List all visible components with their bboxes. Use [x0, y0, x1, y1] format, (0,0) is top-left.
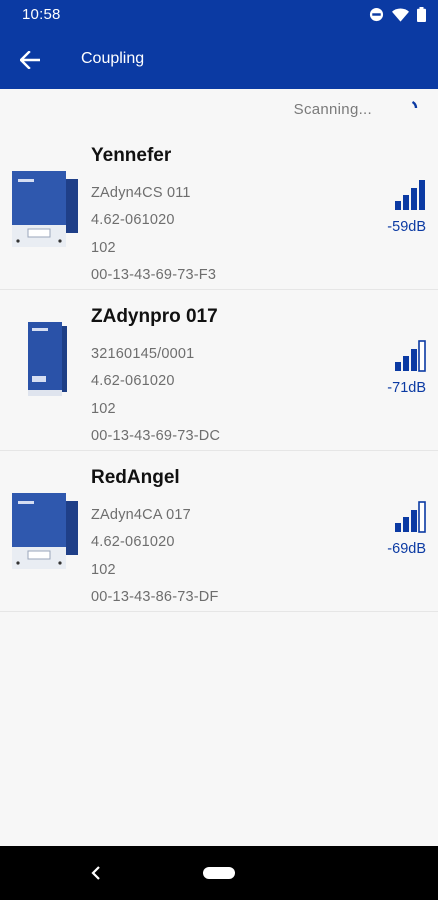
device-code: 102 — [91, 401, 116, 417]
device-model: 32160145/0001 — [91, 346, 195, 362]
signal-bar — [395, 201, 401, 210]
signal-bar — [395, 362, 401, 371]
signal-bar — [411, 510, 417, 532]
device-list-item[interactable]: Yennefer ZAdyn4CS 011 4.62-061020 102 00-13-… — [0, 129, 438, 290]
scanning-label: Scanning... — [293, 101, 372, 118]
signal-bar — [403, 195, 409, 210]
device-list-screen: Scanning... Yennefer ZAdyn4CS 011 4.62-061… — [0, 89, 438, 846]
nav-home-pill[interactable] — [203, 867, 235, 879]
device-code: 102 — [91, 240, 116, 256]
device-list-item[interactable]: RedAngel ZAdyn4CA 017 4.62-061020 102 00-13-… — [0, 451, 438, 612]
signal-bar — [419, 180, 425, 210]
status-icons — [369, 7, 426, 22]
device-name: ZAdynpro 017 — [91, 306, 218, 327]
signal-db-label: -69dB — [387, 541, 426, 557]
wifi-icon — [392, 8, 409, 22]
device-mac-address: 00-13-43-69-73-F3 — [91, 267, 217, 283]
dnd-icon — [369, 7, 384, 22]
device-image — [28, 322, 67, 396]
signal-strength-icon — [395, 180, 425, 210]
battery-icon — [417, 7, 426, 22]
device-image — [12, 493, 78, 569]
nav-back-icon[interactable] — [86, 863, 106, 883]
spinner-icon — [411, 100, 418, 109]
device-list-item[interactable]: ZAdynpro 017 32160145/0001 4.62-061020 102 0… — [0, 290, 438, 451]
signal-bar — [418, 340, 426, 372]
device-model: ZAdyn4CA 017 — [91, 507, 191, 523]
app-bar: Coupling — [0, 31, 438, 89]
signal-bar — [411, 349, 417, 371]
arrow-back-icon — [20, 51, 40, 69]
signal-bar — [403, 356, 409, 371]
signal-bar — [418, 501, 426, 533]
device-version: 4.62-061020 — [91, 212, 175, 228]
device-name: RedAngel — [91, 467, 180, 488]
signal-bar — [411, 188, 417, 210]
signal-strength-icon — [395, 501, 426, 533]
device-version: 4.62-061020 — [91, 534, 175, 550]
device-version: 4.62-061020 — [91, 373, 175, 389]
device-name: Yennefer — [91, 145, 172, 166]
device-mac-address: 00-13-43-69-73-DC — [91, 428, 221, 444]
back-button[interactable] — [14, 44, 46, 76]
device-model: ZAdyn4CS 011 — [91, 185, 191, 201]
system-nav-bar — [0, 846, 438, 900]
status-bar: 10:58 — [0, 0, 438, 31]
device-code: 102 — [91, 562, 116, 578]
signal-bar — [403, 517, 409, 532]
page-title: Coupling — [81, 50, 145, 67]
signal-db-label: -71dB — [387, 380, 426, 396]
device-mac-address: 00-13-43-86-73-DF — [91, 589, 219, 605]
signal-db-label: -59dB — [387, 219, 426, 235]
scan-status-row: Scanning... — [0, 89, 438, 129]
signal-strength-icon — [395, 340, 426, 372]
device-image — [12, 171, 78, 247]
signal-bar — [395, 523, 401, 532]
status-time: 10:58 — [22, 6, 61, 23]
